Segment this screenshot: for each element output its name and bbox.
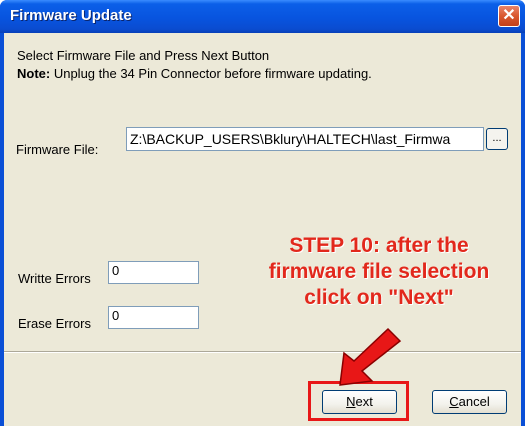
next-highlight-box xyxy=(308,381,409,421)
cancel-button-mnemonic: C xyxy=(449,394,459,409)
red-arrow-icon xyxy=(339,327,402,386)
firmware-file-input[interactable]: Z:\BACKUP_USERS\Bklury\HALTECH\last_Firm… xyxy=(126,127,484,151)
step-annotation: STEP 10: after the firmware file selecti… xyxy=(234,233,524,311)
firmware-update-window: Firmware Update ✕ xyxy=(0,0,525,426)
dialog-client-area xyxy=(4,33,521,426)
step-annotation-line1: STEP 10: after the xyxy=(289,234,469,257)
firmware-file-label: Firmware File: xyxy=(16,142,99,157)
note-label: Note: xyxy=(17,66,51,81)
erase-errors-field[interactable]: 0 xyxy=(108,306,199,329)
window-title: Firmware Update xyxy=(10,7,132,24)
cancel-button[interactable]: Cancel xyxy=(432,390,507,414)
erase-errors-label: Erase Errors xyxy=(18,316,91,331)
step-annotation-line3: click on "Next" xyxy=(304,286,454,309)
browse-button[interactable]: ... xyxy=(486,128,508,150)
close-icon: ✕ xyxy=(502,7,516,24)
write-errors-field[interactable]: 0 xyxy=(108,261,199,284)
note-text: Note: Unplug the 34 Pin Connector before… xyxy=(17,66,372,81)
note-body: Unplug the 34 Pin Connector before firmw… xyxy=(50,66,372,81)
instruction-text: Select Firmware File and Press Next Butt… xyxy=(17,48,270,63)
button-divider xyxy=(4,351,521,353)
close-button[interactable]: ✕ xyxy=(498,5,520,27)
cancel-button-label: ancel xyxy=(458,394,490,409)
write-errors-label: Writte Errors xyxy=(18,271,91,286)
step-annotation-line2: firmware file selection xyxy=(268,260,490,283)
title-bar[interactable]: Firmware Update ✕ xyxy=(0,0,525,33)
